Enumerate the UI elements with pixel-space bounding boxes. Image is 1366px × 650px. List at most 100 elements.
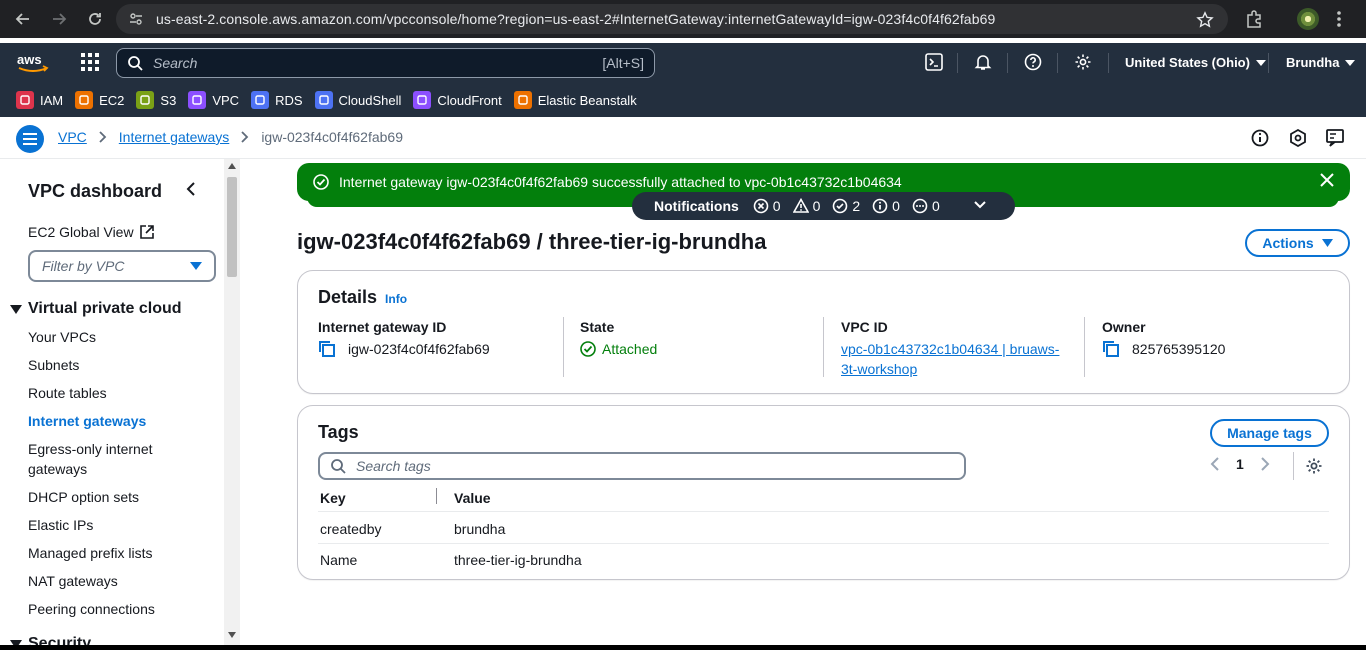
info-panel-icon[interactable] bbox=[1251, 129, 1269, 147]
tags-heading: Tags bbox=[318, 422, 359, 442]
info-link[interactable]: Info bbox=[385, 292, 407, 306]
warning-count-value: 0 bbox=[812, 198, 821, 214]
copy-icon[interactable] bbox=[318, 340, 336, 358]
region-selector[interactable]: United States (Ohio) bbox=[1125, 55, 1266, 70]
column-header-key[interactable]: Key bbox=[320, 490, 346, 506]
site-info-icon[interactable] bbox=[128, 11, 144, 27]
success-icon bbox=[833, 198, 848, 214]
copy-icon[interactable] bbox=[1102, 340, 1120, 358]
notifications-bar[interactable]: Notifications 0 0 2 0 0 bbox=[632, 192, 1015, 220]
table-preferences-gear-icon[interactable] bbox=[1305, 457, 1323, 475]
feedback-icon[interactable] bbox=[1326, 129, 1344, 147]
chevron-left-icon[interactable] bbox=[1210, 457, 1220, 471]
actions-button-label: Actions bbox=[1262, 235, 1314, 251]
services-grid-icon[interactable] bbox=[81, 53, 99, 71]
service-icon bbox=[251, 91, 270, 109]
vpc-id-link[interactable]: vpc-0b1c43732c1b04634 | bruaws- 3t-worksh… bbox=[841, 341, 1059, 377]
vpc-id-link-line2: 3t-workshop bbox=[841, 361, 918, 377]
sidebar-item-ec2-global-view[interactable]: EC2 Global View bbox=[28, 224, 154, 240]
igw-id-field: Internet gateway ID igw-023f4c0f4f62fab6… bbox=[318, 319, 558, 359]
owner-value: 825765395120 bbox=[1132, 341, 1226, 357]
reload-icon[interactable] bbox=[78, 4, 112, 34]
collapse-sidebar-icon[interactable] bbox=[186, 181, 196, 197]
global-search-input[interactable]: Search [Alt+S] bbox=[116, 48, 655, 78]
flash-message: Internet gateway igw-023f4c0f4f62fab69 s… bbox=[339, 174, 902, 190]
forward-icon[interactable] bbox=[42, 4, 76, 34]
aws-top-navigation: aws Search [Alt+S] United States (Ohio) … bbox=[0, 43, 1366, 83]
account-menu[interactable]: Brundha bbox=[1286, 55, 1356, 70]
sidebar-item-route-tables[interactable]: Route tables bbox=[28, 383, 208, 403]
column-divider bbox=[823, 317, 824, 377]
sidebar-title[interactable]: VPC dashboard bbox=[28, 181, 162, 202]
pager-divider bbox=[1293, 452, 1294, 480]
manage-tags-button[interactable]: Manage tags bbox=[1210, 419, 1329, 447]
service-icon bbox=[136, 91, 155, 109]
sidebar-item-peering-connections[interactable]: Peering connections bbox=[28, 599, 208, 619]
breadcrumb-link-vpc[interactable]: VPC bbox=[58, 129, 87, 145]
extensions-icon[interactable] bbox=[1244, 9, 1264, 29]
scroll-down-icon[interactable] bbox=[228, 632, 236, 638]
actions-button[interactable]: Actions bbox=[1245, 229, 1350, 257]
service-icon bbox=[75, 91, 94, 109]
chevron-right-icon[interactable] bbox=[1260, 457, 1270, 471]
vpc-filter-select[interactable]: Filter by VPC bbox=[28, 250, 216, 282]
column-resizer[interactable] bbox=[436, 488, 437, 504]
service-icon bbox=[188, 91, 207, 109]
sidebar-item-internet-gateways[interactable]: Internet gateways bbox=[28, 411, 208, 431]
tags-search-input[interactable]: Search tags bbox=[318, 452, 966, 480]
address-bar[interactable]: us-east-2.console.aws.amazon.com/vpccons… bbox=[116, 4, 1228, 34]
favorite-elastic-beanstalk[interactable]: Elastic Beanstalk bbox=[513, 91, 637, 109]
sidebar-item-egress-only-internet-gateways[interactable]: Egress-only internet gateways bbox=[28, 439, 178, 479]
chevron-down-icon[interactable] bbox=[973, 198, 987, 212]
favorite-s3[interactable]: S3 bbox=[136, 91, 176, 109]
favorite-vpc[interactable]: VPC bbox=[188, 91, 239, 109]
browser-menu-icon[interactable] bbox=[1336, 10, 1342, 28]
nav-divider bbox=[1007, 53, 1008, 73]
sidebar-item-dhcp-option-sets[interactable]: DHCP option sets bbox=[28, 487, 208, 507]
tag-value-cell: brundha bbox=[454, 521, 506, 537]
favorite-rds[interactable]: RDS bbox=[251, 91, 303, 109]
column-divider bbox=[563, 317, 564, 377]
success-count-value: 2 bbox=[852, 198, 861, 214]
breadcrumb-link-internet-gateways[interactable]: Internet gateways bbox=[119, 129, 230, 145]
help-icon[interactable] bbox=[1024, 53, 1042, 71]
cloudshell-icon[interactable] bbox=[925, 53, 943, 71]
details-heading: Details bbox=[318, 287, 378, 307]
sidebar-item-elastic-ips[interactable]: Elastic IPs bbox=[28, 515, 208, 535]
sidebar-item-nat-gateways[interactable]: NAT gateways bbox=[28, 571, 208, 591]
info-count-value: 0 bbox=[892, 198, 900, 214]
bookmark-star-icon[interactable] bbox=[1196, 11, 1214, 29]
favorite-ec2[interactable]: EC2 bbox=[75, 91, 124, 109]
favorite-label: CloudShell bbox=[338, 92, 402, 108]
favorite-iam[interactable]: IAM bbox=[16, 91, 63, 109]
state-value: Attached bbox=[602, 341, 658, 357]
back-icon[interactable] bbox=[6, 4, 40, 34]
column-header-value[interactable]: Value bbox=[454, 490, 491, 506]
hamburger-menu-icon[interactable] bbox=[16, 125, 44, 153]
favorite-cloudshell[interactable]: CloudShell bbox=[314, 91, 402, 109]
table-divider bbox=[318, 511, 1329, 512]
success-check-icon bbox=[580, 341, 596, 357]
close-icon[interactable] bbox=[1320, 173, 1334, 187]
profile-avatar[interactable] bbox=[1297, 8, 1319, 30]
hexagon-icon[interactable] bbox=[1289, 129, 1307, 147]
scroll-up-icon[interactable] bbox=[228, 163, 236, 169]
page-number[interactable]: 1 bbox=[1236, 456, 1244, 472]
aws-logo-icon[interactable]: aws bbox=[16, 52, 50, 74]
sidebar-item-your-vpcs[interactable]: Your VPCs bbox=[28, 327, 208, 347]
details-header: Details Info bbox=[318, 287, 407, 308]
tag-value-cell: three-tier-ig-brundha bbox=[454, 552, 582, 568]
notifications-label: Notifications bbox=[654, 198, 739, 214]
state-label: State bbox=[580, 319, 615, 335]
sidebar-item-managed-prefix-lists[interactable]: Managed prefix lists bbox=[28, 543, 208, 563]
scrollbar-thumb[interactable] bbox=[227, 177, 237, 277]
service-icon bbox=[413, 91, 432, 109]
sidebar-scrollbar[interactable] bbox=[224, 159, 240, 650]
igw-id-label: Internet gateway ID bbox=[318, 319, 447, 335]
region-label: United States (Ohio) bbox=[1125, 55, 1250, 70]
sidebar-section-virtual-private-cloud[interactable]: Virtual private cloud bbox=[10, 300, 182, 318]
favorite-cloudfront[interactable]: CloudFront bbox=[413, 91, 502, 109]
settings-gear-icon[interactable] bbox=[1074, 53, 1092, 71]
sidebar-item-subnets[interactable]: Subnets bbox=[28, 355, 208, 375]
bell-icon[interactable] bbox=[974, 53, 992, 71]
